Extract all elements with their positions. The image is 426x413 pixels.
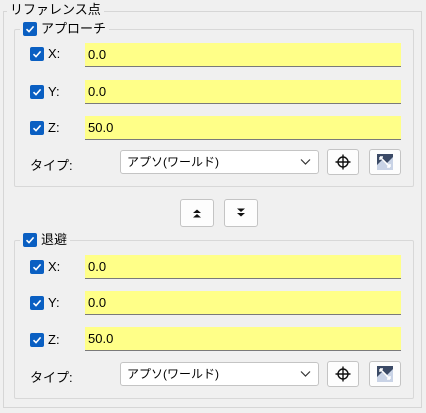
move-down-button[interactable]: [224, 199, 258, 227]
retract-y-label: Y:: [48, 295, 60, 310]
retract-z-label: Z:: [48, 332, 60, 347]
approach-header[interactable]: アプローチ: [20, 21, 110, 36]
checkmark-icon: [32, 299, 42, 307]
approach-x-label: X:: [48, 46, 61, 61]
approach-type-select[interactable]: アプソ(ワールド): [120, 150, 319, 174]
crosshair-icon: [335, 154, 351, 170]
checkmark-icon: [32, 336, 42, 344]
checkmark-icon: [32, 263, 42, 271]
approach-z-label: Z:: [48, 120, 60, 135]
checkmark-icon: [32, 124, 42, 132]
reference-point-title: リファレンス点: [7, 3, 104, 17]
approach-type-label: タイプ:: [30, 158, 73, 173]
approach-x-field[interactable]: 0.0: [85, 43, 401, 67]
checkmark-icon: [32, 88, 42, 96]
retract-x-checkbox[interactable]: [30, 260, 44, 274]
approach-y-label: Y:: [48, 84, 60, 99]
retract-header[interactable]: 退避: [20, 232, 71, 247]
checkmark-icon: [25, 25, 35, 33]
approach-label: アプローチ: [41, 21, 107, 36]
retract-y-row: Y:: [30, 295, 76, 311]
approach-z-checkbox[interactable]: [30, 121, 44, 135]
retract-x-field[interactable]: 0.0: [85, 255, 401, 279]
retract-x-row: X:: [30, 259, 76, 275]
approach-type-value: アプソ(ワールド): [127, 155, 219, 169]
retract-type-value: アプソ(ワールド): [127, 367, 219, 381]
retract-y-field[interactable]: 0.0: [85, 291, 401, 315]
approach-measure-button[interactable]: [369, 149, 401, 175]
retract-checkbox[interactable]: [23, 233, 37, 247]
retract-label: 退避: [41, 232, 68, 247]
measure-icon: [377, 154, 393, 170]
approach-pick-button[interactable]: [327, 149, 359, 175]
checkmark-icon: [32, 50, 42, 58]
checkmark-icon: [25, 236, 35, 244]
retract-type-select[interactable]: アプソ(ワールド): [120, 362, 319, 386]
double-chevron-down-icon: [237, 208, 245, 217]
retract-type-label: タイプ:: [30, 370, 73, 385]
approach-x-checkbox[interactable]: [30, 47, 44, 61]
retract-y-checkbox[interactable]: [30, 296, 44, 310]
measure-icon: [377, 366, 393, 382]
chevron-down-icon: [300, 371, 311, 377]
approach-y-checkbox[interactable]: [30, 85, 44, 99]
move-up-button[interactable]: [180, 199, 214, 227]
double-chevron-up-icon: [193, 209, 201, 218]
approach-z-field[interactable]: 50.0: [85, 116, 401, 140]
retract-z-checkbox[interactable]: [30, 333, 44, 347]
retract-z-row: Z:: [30, 332, 76, 348]
retract-x-label: X:: [48, 259, 61, 274]
approach-z-row: Z:: [30, 120, 76, 136]
approach-y-row: Y:: [30, 84, 76, 100]
approach-x-row: X:: [30, 46, 76, 62]
chevron-down-icon: [300, 159, 311, 165]
retract-pick-button[interactable]: [327, 361, 359, 387]
crosshair-icon: [335, 366, 351, 382]
approach-checkbox[interactable]: [23, 22, 37, 36]
retract-measure-button[interactable]: [369, 361, 401, 387]
retract-z-field[interactable]: 50.0: [85, 327, 401, 351]
approach-y-field[interactable]: 0.0: [85, 80, 401, 104]
